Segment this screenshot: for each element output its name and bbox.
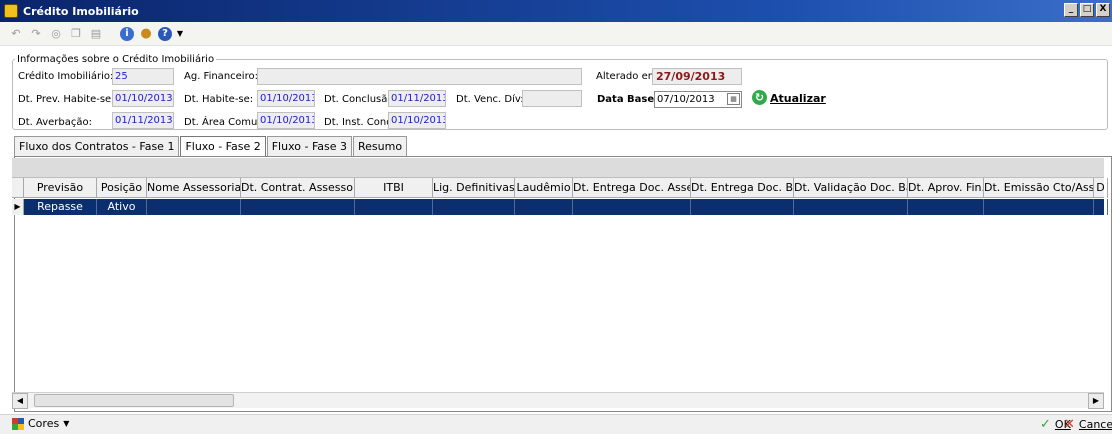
copy-icon[interactable]: ❐ <box>68 26 84 42</box>
column-header[interactable]: Dt. Entrega Doc. Ba <box>691 178 794 198</box>
ag-financeiro-label: Ag. Financeiro: <box>184 71 258 82</box>
column-header[interactable]: D <box>1094 178 1108 198</box>
table-cell[interactable] <box>355 199 433 215</box>
row-indicator-header <box>12 178 24 198</box>
maximize-button[interactable]: □ <box>1080 3 1094 17</box>
prev-habite-field[interactable]: 01/10/2013 <box>112 90 174 107</box>
dropdown-arrow-icon[interactable]: ▼ <box>176 26 184 42</box>
window-controls: _ □ X <box>1064 3 1110 17</box>
table-cell[interactable] <box>433 199 515 215</box>
cancel-label: Cancela <box>1078 418 1112 431</box>
info-legend: Informações sobre o Crédito Imobiliário <box>17 54 215 65</box>
tab-fluxo-fase-2[interactable]: Fluxo - Fase 2 <box>180 136 266 157</box>
user-icon[interactable]: ● <box>138 26 154 42</box>
scroll-right-icon[interactable]: ▶ <box>1088 393 1104 409</box>
table-cell[interactable] <box>691 199 794 215</box>
tab-fluxo-fase-3[interactable]: Fluxo - Fase 3 <box>266 136 353 156</box>
minimize-button[interactable]: _ <box>1064 3 1078 17</box>
table-cell[interactable] <box>241 199 355 215</box>
toolbar: ↶ ↷ ◎ ❐ ▤ i ● ? ▼ <box>0 22 1112 46</box>
close-icon: ✕ <box>1064 417 1075 432</box>
column-header[interactable]: Dt. Aprov. Fin. <box>908 178 984 198</box>
column-header[interactable]: Dt. Contrat. Assessoria <box>241 178 355 198</box>
cores-button[interactable]: Cores ▼ <box>12 417 69 430</box>
status-bar: Cores ▼ ✓ OK ✕ Cancela <box>0 414 1112 434</box>
column-header[interactable]: Laudêmio <box>515 178 573 198</box>
window-title: Crédito Imobiliário <box>23 4 139 18</box>
ag-financeiro-field[interactable] <box>257 68 582 85</box>
grid-group-panel <box>12 158 1104 178</box>
column-header[interactable]: Previsão <box>24 178 97 198</box>
calendar-icon[interactable]: ▦ <box>727 93 740 105</box>
table-cell[interactable]: Ativo <box>97 199 147 215</box>
column-header[interactable]: Dt. Validação Doc. Ba <box>794 178 908 198</box>
column-header[interactable]: Posição <box>97 178 147 198</box>
column-header[interactable]: Lig. Definitivas <box>433 178 515 198</box>
table-cell[interactable] <box>573 199 691 215</box>
prev-habite-label: Dt. Prev. Habite-se: <box>18 94 115 105</box>
tab-resumo[interactable]: Resumo <box>353 136 408 156</box>
data-base-label: Data Base: <box>597 94 659 105</box>
check-icon: ✓ <box>1040 417 1051 432</box>
credito-label: Crédito Imobiliário: <box>18 71 114 82</box>
conclusao-field[interactable]: 01/11/2013 <box>388 90 446 107</box>
horizontal-scrollbar[interactable]: ◀ ▶ <box>12 392 1104 409</box>
table-cell[interactable] <box>1094 199 1108 215</box>
column-header[interactable]: Dt. Entrega Doc. Asses <box>573 178 691 198</box>
refresh-icon[interactable]: ↻ <box>752 90 767 105</box>
conclusao-label: Dt. Conclusão: <box>324 94 397 105</box>
binoculars-icon[interactable]: ◎ <box>48 26 64 42</box>
inst-cond-field[interactable]: 01/10/2013 <box>388 112 446 129</box>
atualizar-label: Atualizar <box>770 92 826 105</box>
table-row[interactable]: ▶ Repasse Ativo <box>12 199 1108 215</box>
venc-div-field[interactable] <box>522 90 582 107</box>
palette-icon <box>12 417 24 430</box>
app-icon <box>4 4 18 18</box>
atualizar-button[interactable]: Atualizar <box>770 92 826 105</box>
table-cell[interactable] <box>794 199 908 215</box>
cores-label: Cores <box>28 417 60 430</box>
column-header[interactable]: ITBI <box>355 178 433 198</box>
table-cell[interactable] <box>147 199 241 215</box>
alterado-value: 27/09/2013 <box>652 68 742 85</box>
undo-icon[interactable]: ↶ <box>8 26 24 42</box>
help-icon[interactable]: ? <box>158 26 172 41</box>
scroll-left-icon[interactable]: ◀ <box>12 393 28 409</box>
habite-label: Dt. Habite-se: <box>184 94 254 105</box>
table-cell[interactable] <box>984 199 1094 215</box>
info-icon[interactable]: i <box>120 26 134 41</box>
tab-fluxo-contratos-fase-1[interactable]: Fluxo dos Contratos - Fase 1 <box>14 136 180 156</box>
row-indicator-icon: ▶ <box>12 199 24 215</box>
paste-icon[interactable]: ▤ <box>88 26 104 42</box>
chevron-down-icon: ▼ <box>63 419 70 428</box>
area-comum-field[interactable]: 01/10/2013 <box>257 112 315 129</box>
window-title-bar: Crédito Imobiliário _ □ X <box>0 0 1112 22</box>
grid-header: Previsão Posição Nome Assessoria Dt. Con… <box>12 178 1108 198</box>
habite-field[interactable]: 01/10/2013 <box>257 90 315 107</box>
inst-cond-label: Dt. Inst. Cond. <box>324 117 396 128</box>
close-button[interactable]: X <box>1096 3 1110 17</box>
column-header[interactable]: Dt. Emissão Cto/Assin <box>984 178 1094 198</box>
credito-field[interactable]: 25 <box>112 68 174 85</box>
cancel-button[interactable]: ✕ Cancela <box>1064 417 1112 432</box>
table-cell[interactable]: Repasse <box>24 199 97 215</box>
column-header[interactable]: Nome Assessoria <box>147 178 241 198</box>
venc-div-label: Dt. Venc. Dív: <box>456 94 524 105</box>
tab-strip: Fluxo dos Contratos - Fase 1 Fluxo - Fas… <box>14 136 408 157</box>
averbacao-field[interactable]: 01/11/2013 <box>112 112 174 129</box>
table-cell[interactable] <box>515 199 573 215</box>
redo-icon[interactable]: ↷ <box>28 26 44 42</box>
table-cell[interactable] <box>908 199 984 215</box>
scroll-thumb[interactable] <box>34 394 234 407</box>
averbacao-label: Dt. Averbação: <box>18 117 93 128</box>
